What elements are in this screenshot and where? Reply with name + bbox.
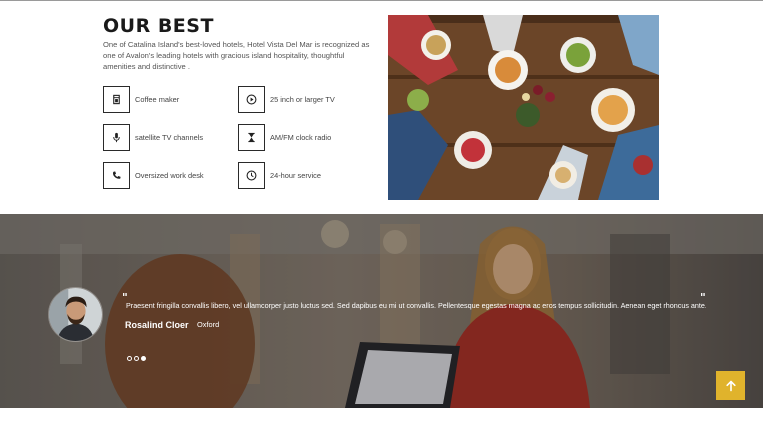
clock-icon — [238, 162, 265, 189]
carousel-dot-3[interactable] — [141, 356, 146, 361]
microphone-icon — [103, 124, 130, 151]
amenity-label: satellite TV channels — [135, 133, 204, 142]
testimonial-quote: Praesent fringilla convallis libero, vel… — [126, 301, 706, 310]
carousel-dot-1[interactable] — [127, 356, 132, 361]
carousel-dots — [127, 356, 146, 361]
avatar — [48, 287, 103, 342]
coffee-maker-icon — [103, 86, 130, 113]
testimonial-section: " Praesent fringilla convallis libero, v… — [0, 214, 763, 408]
amenity-tv: 25 inch or larger TV — [238, 86, 335, 113]
section-title: OUR BEST — [103, 15, 214, 37]
amenity-label: Coffee maker — [135, 95, 180, 104]
hourglass-icon — [238, 124, 265, 151]
testimonial-city: Oxford — [197, 320, 220, 329]
carousel-dot-2[interactable] — [134, 356, 139, 361]
amenity-service: 24-hour service — [238, 162, 321, 189]
amenity-label: AM/FM clock radio — [270, 133, 332, 142]
amenity-label: 24-hour service — [270, 171, 321, 180]
amenity-radio: AM/FM clock radio — [238, 124, 331, 151]
amenity-coffee-maker: Coffee maker — [103, 86, 179, 113]
scroll-to-top-button[interactable] — [716, 371, 745, 400]
dining-table-photo — [388, 15, 659, 200]
our-best-section: OUR BEST One of Catalina Island's best-l… — [0, 0, 763, 214]
amenity-label: Oversized work desk — [135, 171, 204, 180]
play-circle-icon — [238, 86, 265, 113]
arrow-up-icon — [725, 380, 736, 391]
close-quote-icon: " — [700, 291, 706, 304]
amenity-label: 25 inch or larger TV — [270, 95, 335, 104]
phone-icon — [103, 162, 130, 189]
section-description: One of Catalina Island's best-loved hote… — [103, 40, 370, 71]
footer-strip — [0, 408, 763, 427]
amenity-satellite: satellite TV channels — [103, 124, 203, 151]
testimonial-author: Rosalind Cloer — [125, 320, 189, 330]
salon-background-photo — [0, 214, 763, 408]
amenity-desk: Oversized work desk — [103, 162, 204, 189]
